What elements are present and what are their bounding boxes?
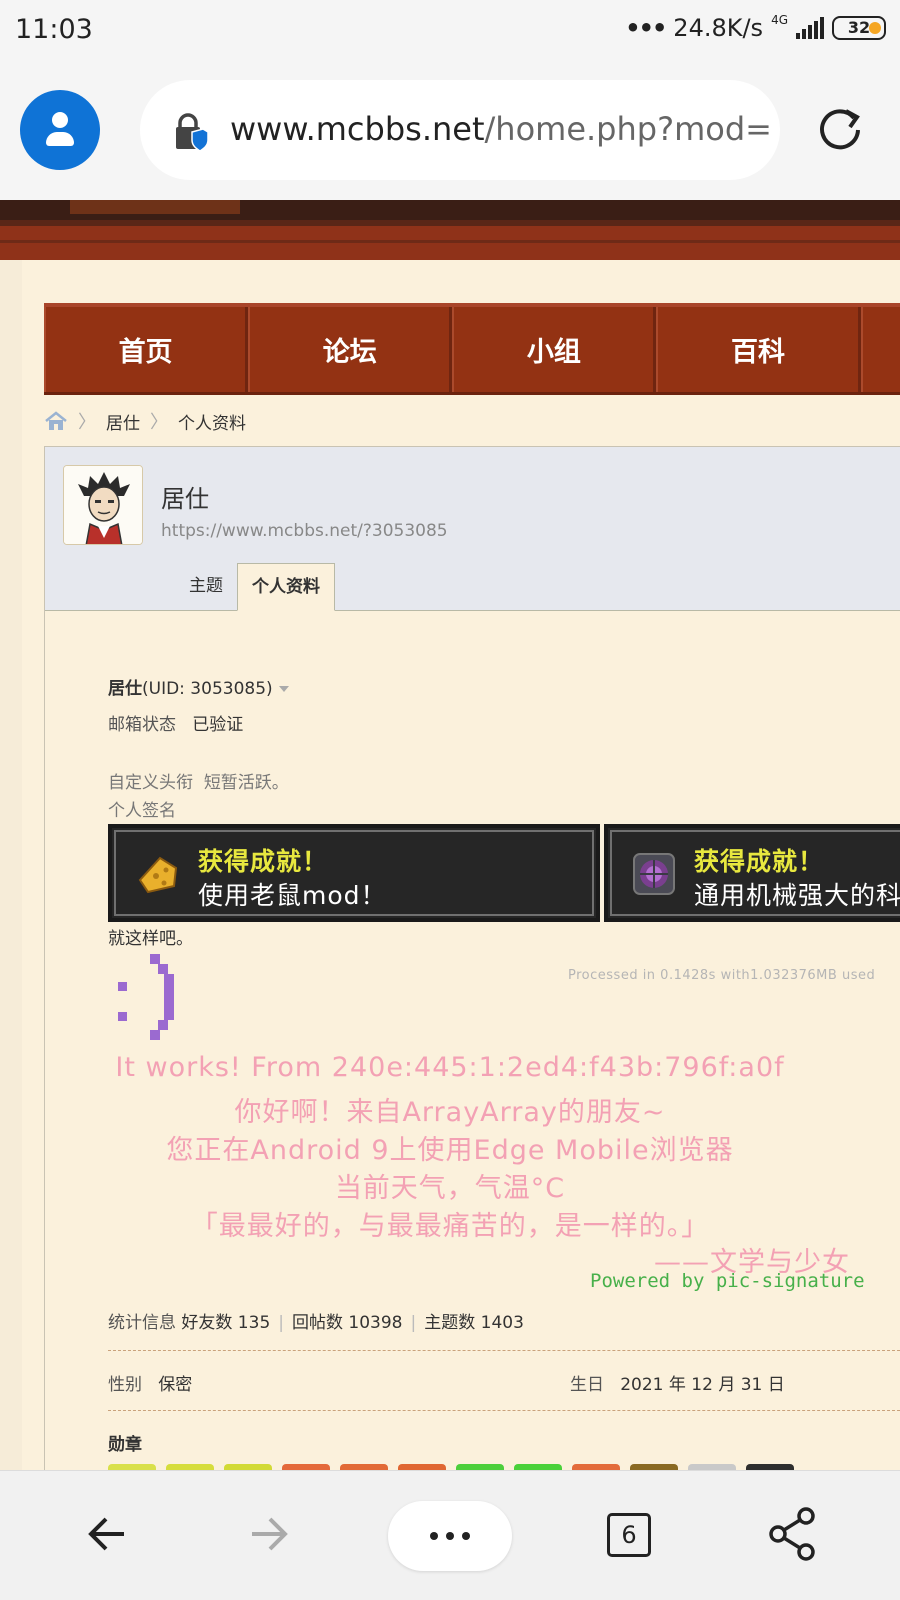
battery-icon: 32 [832,16,886,40]
reload-icon[interactable] [814,104,866,156]
custom-title-value: 短暂活跃。 [203,773,289,793]
achievement-banner: 获得成就！ 通用机械强大的科技 [604,824,900,922]
achievement-desc: 使用老鼠mod！ [198,881,387,910]
email-status-value: 已验证 [192,715,244,735]
network-type: 4G [771,13,788,27]
stats-replies[interactable]: 回帖数 10398 [292,1313,402,1333]
status-time: 11:03 [15,14,93,45]
achievement-desc: 通用机械强大的科技 [694,881,900,910]
tabs-icon[interactable]: 6 [607,1513,651,1557]
uid-username: 居仕 [108,679,142,699]
signature-line: 「最最好的，与最最痛苦的，是一样的。」 [190,1211,710,1242]
custom-title-label: 自定义头衔 [108,773,193,793]
battery-level: 32 [847,18,871,37]
nav-item-wiki[interactable]: 百科 [656,307,861,392]
birthday-label: 生日 [570,1375,604,1395]
avatar[interactable] [63,465,143,545]
stats-friends[interactable]: 好友数 135 [181,1313,270,1333]
stats-threads[interactable]: 主题数 1403 [424,1313,524,1333]
status-indicators: ••• 24.8K/s 4G 32 [625,13,886,42]
profile-header: 居仕 https://www.mcbbs.net/?3053085 主题 个人资… [45,447,900,611]
nav-item-groups[interactable]: 小组 [452,307,657,392]
url-text: www.mcbbs.net/home.php?mod= [230,110,772,148]
signature-text: 就这样吧。 [108,929,193,949]
stats-row: 统计信息 好友数 135 | 回帖数 10398 | 主题数 1403 [108,1313,524,1333]
email-status-row: 邮箱状态 已验证 [108,710,243,735]
lock-shield-icon [176,113,209,152]
home-icon[interactable] [44,411,68,431]
chevron-down-icon[interactable] [278,686,289,692]
uid-row[interactable]: 居仕(UID: 3053085) [108,674,289,699]
breadcrumb-separator: 〉 [150,412,168,433]
account-icon[interactable] [20,90,100,170]
main-nav: 首页 论坛 小组 百科 [44,303,900,395]
signature-processed-text: Processed in 0.1428s with1.032376MB used [568,968,876,983]
gender-label: 性别 [108,1375,142,1395]
signature-label: 个人签名 [108,801,176,821]
url-domain: www.mcbbs.net [230,110,485,148]
page-left-rail [0,260,22,1470]
signal-icon [796,17,824,39]
cheese-icon [138,856,178,894]
browser-bottom-toolbar: 6 [0,1470,900,1600]
signature-powered: Powered by pic-signature [590,1270,865,1292]
breadcrumb: 〉 居仕 〉 个人资料 [44,406,246,436]
breadcrumb-item-user[interactable]: 居仕 [106,409,140,434]
uid-text: (UID: 3053085) [142,679,273,699]
nav-item-home[interactable]: 首页 [44,307,249,392]
signature-line: 当前天气，气温°C [334,1173,566,1204]
browser-address-bar: www.mcbbs.net/home.php?mod= [0,60,900,200]
achievement-title: 获得成就！ [694,847,825,876]
share-icon[interactable] [758,1499,828,1569]
site-header-strip [0,200,900,260]
profile-name: 居仕 [161,485,209,513]
medals-label: 勋章 [108,1435,142,1455]
network-speed: 24.8K/s [673,14,764,42]
signature-line: 你好啊！来自ArrayArray的朋友~ [234,1097,666,1128]
signature-line: It works! From 240e:445:1:2ed4:f43b:796f… [115,1052,785,1083]
custom-title-row: 自定义头衔 短暂活跃。 [108,768,289,793]
profile-url[interactable]: https://www.mcbbs.net/?3053085 [161,521,448,541]
tab-profile[interactable]: 个人资料 [237,563,335,611]
divider [108,1350,900,1351]
signature-line: 您正在Android 9上使用Edge Mobile浏览器 [166,1135,734,1166]
stats-label: 统计信息 [108,1313,176,1333]
achievement-banner: 获得成就！ 使用老鼠mod！ [108,824,600,922]
breadcrumb-item-profile[interactable]: 个人资料 [178,409,246,434]
back-icon[interactable] [72,1499,142,1569]
forward-icon[interactable] [234,1499,304,1569]
machine-core-icon [633,853,675,895]
breadcrumb-separator: 〉 [78,412,96,433]
url-path: /home.php?mod= [484,110,772,148]
more-dots-icon: ••• [625,14,667,42]
divider [108,1410,900,1411]
birthday-value: 2021 年 12 月 31 日 [620,1375,785,1395]
status-bar: 11:03 ••• 24.8K/s 4G 32 [0,0,900,60]
nav-item-overflow[interactable] [860,307,900,392]
tab-threads[interactable]: 主题 [175,563,237,611]
url-field[interactable]: www.mcbbs.net/home.php?mod= [140,80,780,180]
nav-item-forum[interactable]: 论坛 [248,307,453,392]
achievement-title: 获得成就！ [198,847,329,876]
smiley-icon [118,954,174,1040]
birthday-row: 生日 2021 年 12 月 31 日 [570,1370,785,1395]
profile-tabs: 主题 个人资料 [175,563,335,611]
gender-row: 性别 保密 [108,1370,192,1395]
more-icon[interactable] [388,1501,512,1571]
email-status-label: 邮箱状态 [108,715,176,735]
gender-value: 保密 [158,1375,193,1395]
